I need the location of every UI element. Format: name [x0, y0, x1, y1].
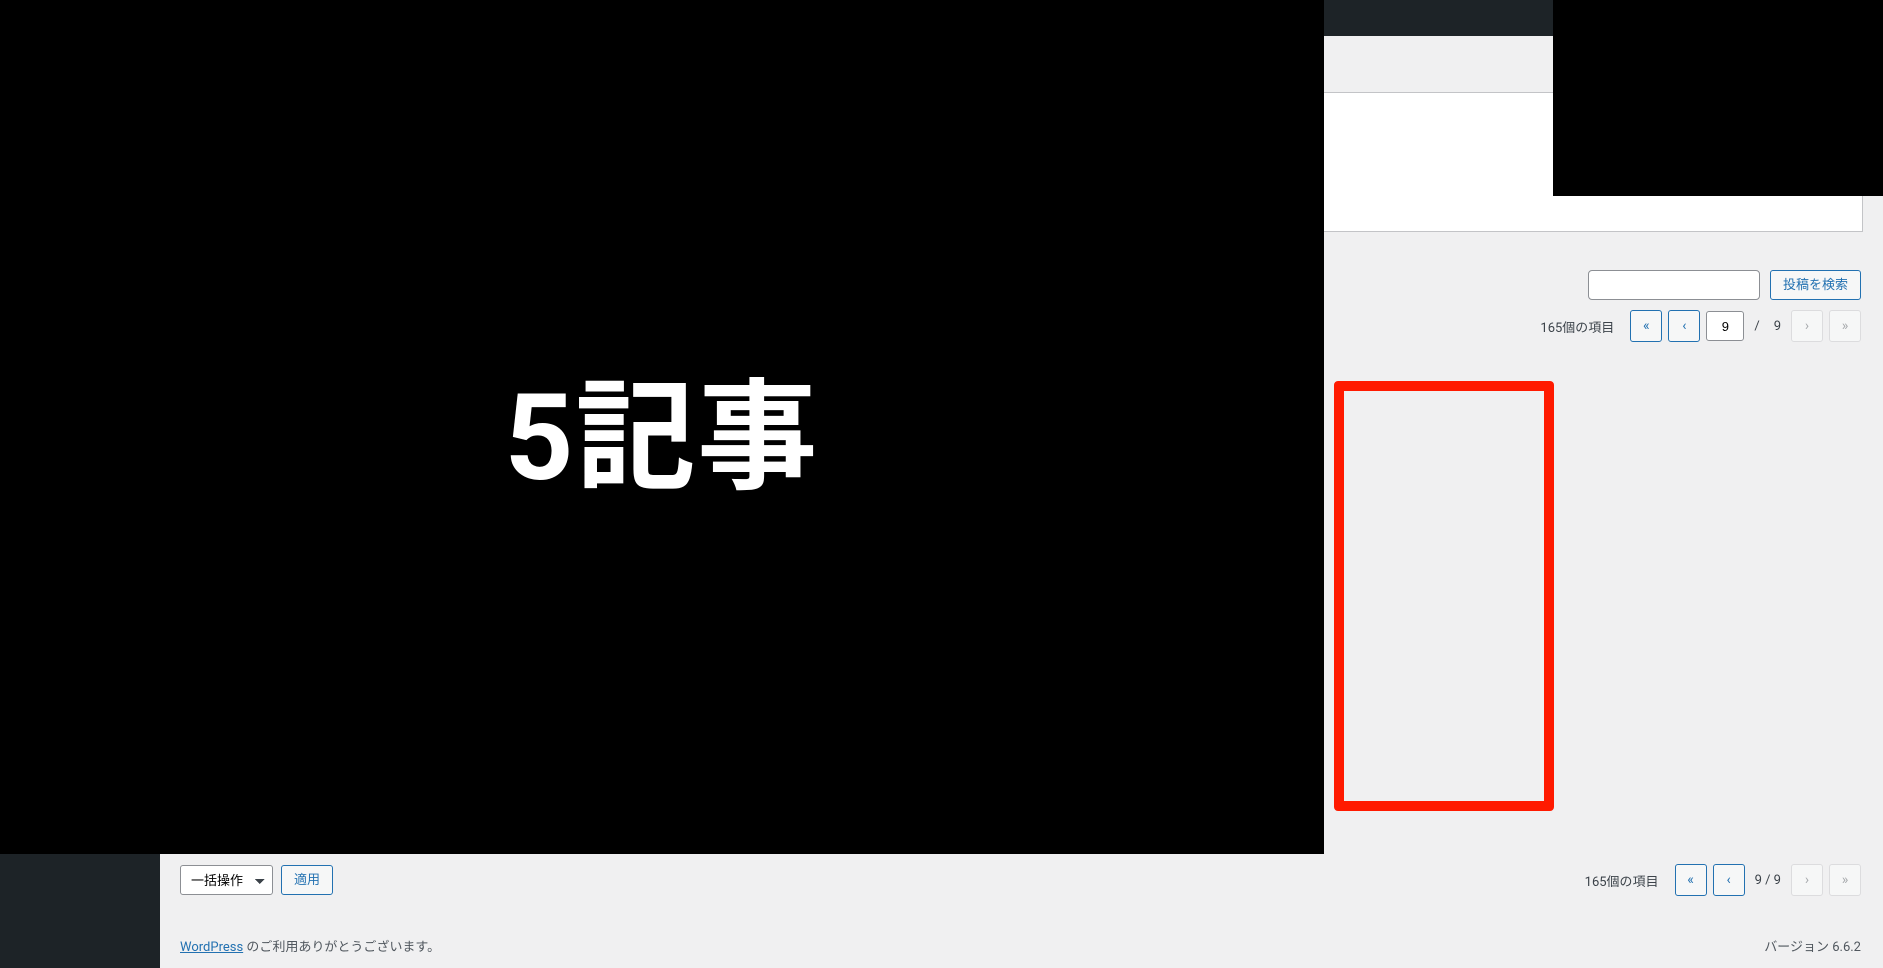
search-row: 投稿を検索	[1588, 270, 1861, 300]
pagination-top: 165個の項目 « ‹ / 9 › »	[1540, 310, 1861, 342]
overlay-title: 5記事	[505, 340, 820, 514]
last-page-button[interactable]: »	[1829, 310, 1861, 342]
presentation-overlay: 5記事	[0, 0, 1324, 854]
search-input[interactable]	[1588, 270, 1760, 300]
wp-footer: WordPress のご利用ありがとうございます。 バージョン 6.6.2	[180, 922, 1861, 968]
page-separator: /	[1750, 319, 1763, 334]
current-page-input[interactable]	[1706, 311, 1744, 341]
pagination-count-top: 165個の項目	[1540, 317, 1614, 336]
first-page-button-bottom[interactable]: «	[1675, 864, 1707, 896]
page-display-bottom: 9 / 9	[1751, 873, 1785, 888]
search-button[interactable]: 投稿を検索	[1770, 270, 1861, 300]
pagination-bottom: 165個の項目 « ‹ 9 / 9 › »	[1585, 864, 1861, 896]
footer-left: WordPress のご利用ありがとうございます。	[180, 936, 440, 955]
tablenav-bottom: 一括操作 適用 165個の項目 « ‹ 9 / 9 › »	[180, 860, 1861, 900]
wordpress-link[interactable]: WordPress	[180, 940, 243, 955]
footer-version: バージョン 6.6.2	[1764, 936, 1861, 955]
bulk-apply-button[interactable]: 適用	[281, 865, 333, 895]
prev-page-button-bottom[interactable]: ‹	[1713, 864, 1745, 896]
bulk-actions: 一括操作 適用	[180, 865, 333, 895]
first-page-button[interactable]: «	[1630, 310, 1662, 342]
last-page-button-bottom[interactable]: »	[1829, 864, 1861, 896]
pagination-count-bottom: 165個の項目	[1585, 871, 1659, 890]
next-page-button-bottom[interactable]: ›	[1791, 864, 1823, 896]
next-page-button[interactable]: ›	[1791, 310, 1823, 342]
annotation-highlight-box	[1334, 381, 1554, 811]
prev-page-button[interactable]: ‹	[1668, 310, 1700, 342]
total-pages: 9	[1770, 319, 1785, 334]
footer-thanks-text: のご利用ありがとうございます。	[243, 940, 440, 955]
secondary-overlay	[1553, 0, 1883, 196]
bulk-action-select[interactable]: 一括操作	[180, 865, 273, 895]
